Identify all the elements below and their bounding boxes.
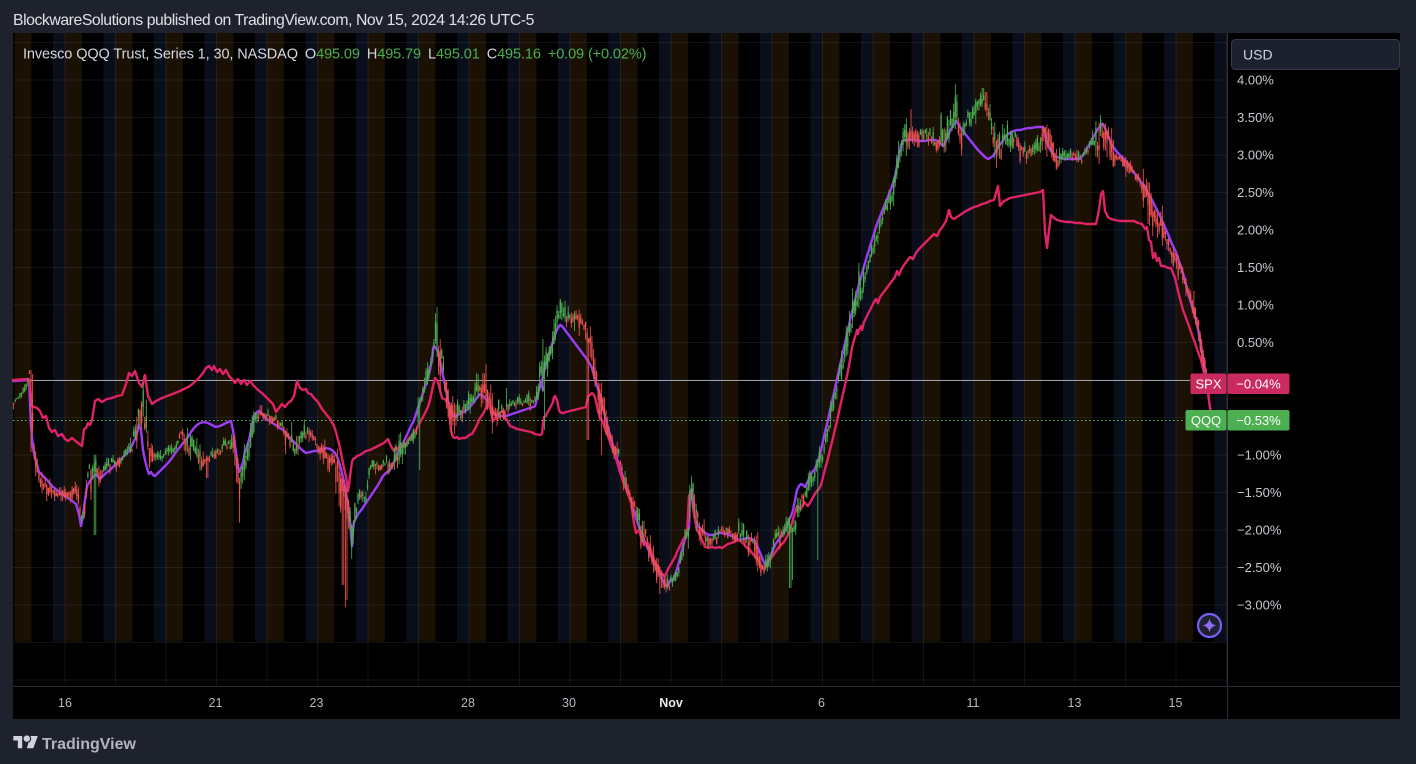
svg-text:QQQ: QQQ [1191, 413, 1221, 428]
svg-text:SPX: SPX [1195, 377, 1221, 392]
svg-text:3.00%: 3.00% [1237, 148, 1274, 163]
svg-text:6: 6 [818, 696, 825, 710]
svg-text:1.50%: 1.50% [1237, 260, 1274, 275]
svg-text:−1.00%: −1.00% [1237, 448, 1282, 463]
svg-text:0.50%: 0.50% [1237, 335, 1274, 350]
svg-text:2.00%: 2.00% [1237, 223, 1274, 238]
svg-text:28: 28 [461, 696, 475, 710]
svg-text:13: 13 [1068, 696, 1082, 710]
svg-text:11: 11 [967, 696, 980, 710]
svg-text:30: 30 [562, 696, 576, 710]
svg-text:Nov: Nov [659, 696, 683, 710]
svg-text:−0.04%: −0.04% [1236, 377, 1281, 392]
svg-text:−0.53%: −0.53% [1236, 413, 1281, 428]
svg-text:−2.00%: −2.00% [1237, 523, 1282, 538]
svg-text:1.00%: 1.00% [1237, 298, 1274, 313]
svg-text:2.50%: 2.50% [1237, 185, 1274, 200]
svg-text:−2.50%: −2.50% [1237, 560, 1282, 575]
svg-text:USD: USD [1243, 47, 1273, 63]
svg-text:BlockwareSolutions published o: BlockwareSolutions published on TradingV… [13, 12, 535, 29]
svg-text:21: 21 [209, 696, 223, 710]
svg-text:15: 15 [1169, 696, 1183, 710]
svg-text:16: 16 [58, 696, 72, 710]
svg-text:Invesco QQQ Trust, Series 1, 3: Invesco QQQ Trust, Series 1, 30, NASDAQ O… [23, 47, 646, 63]
svg-text:3.50%: 3.50% [1237, 110, 1274, 125]
svg-text:TradingView: TradingView [42, 736, 137, 753]
svg-text:4.00%: 4.00% [1237, 73, 1274, 88]
svg-text:−3.00%: −3.00% [1237, 598, 1282, 613]
svg-text:23: 23 [310, 696, 324, 710]
svg-text:−1.50%: −1.50% [1237, 485, 1282, 500]
